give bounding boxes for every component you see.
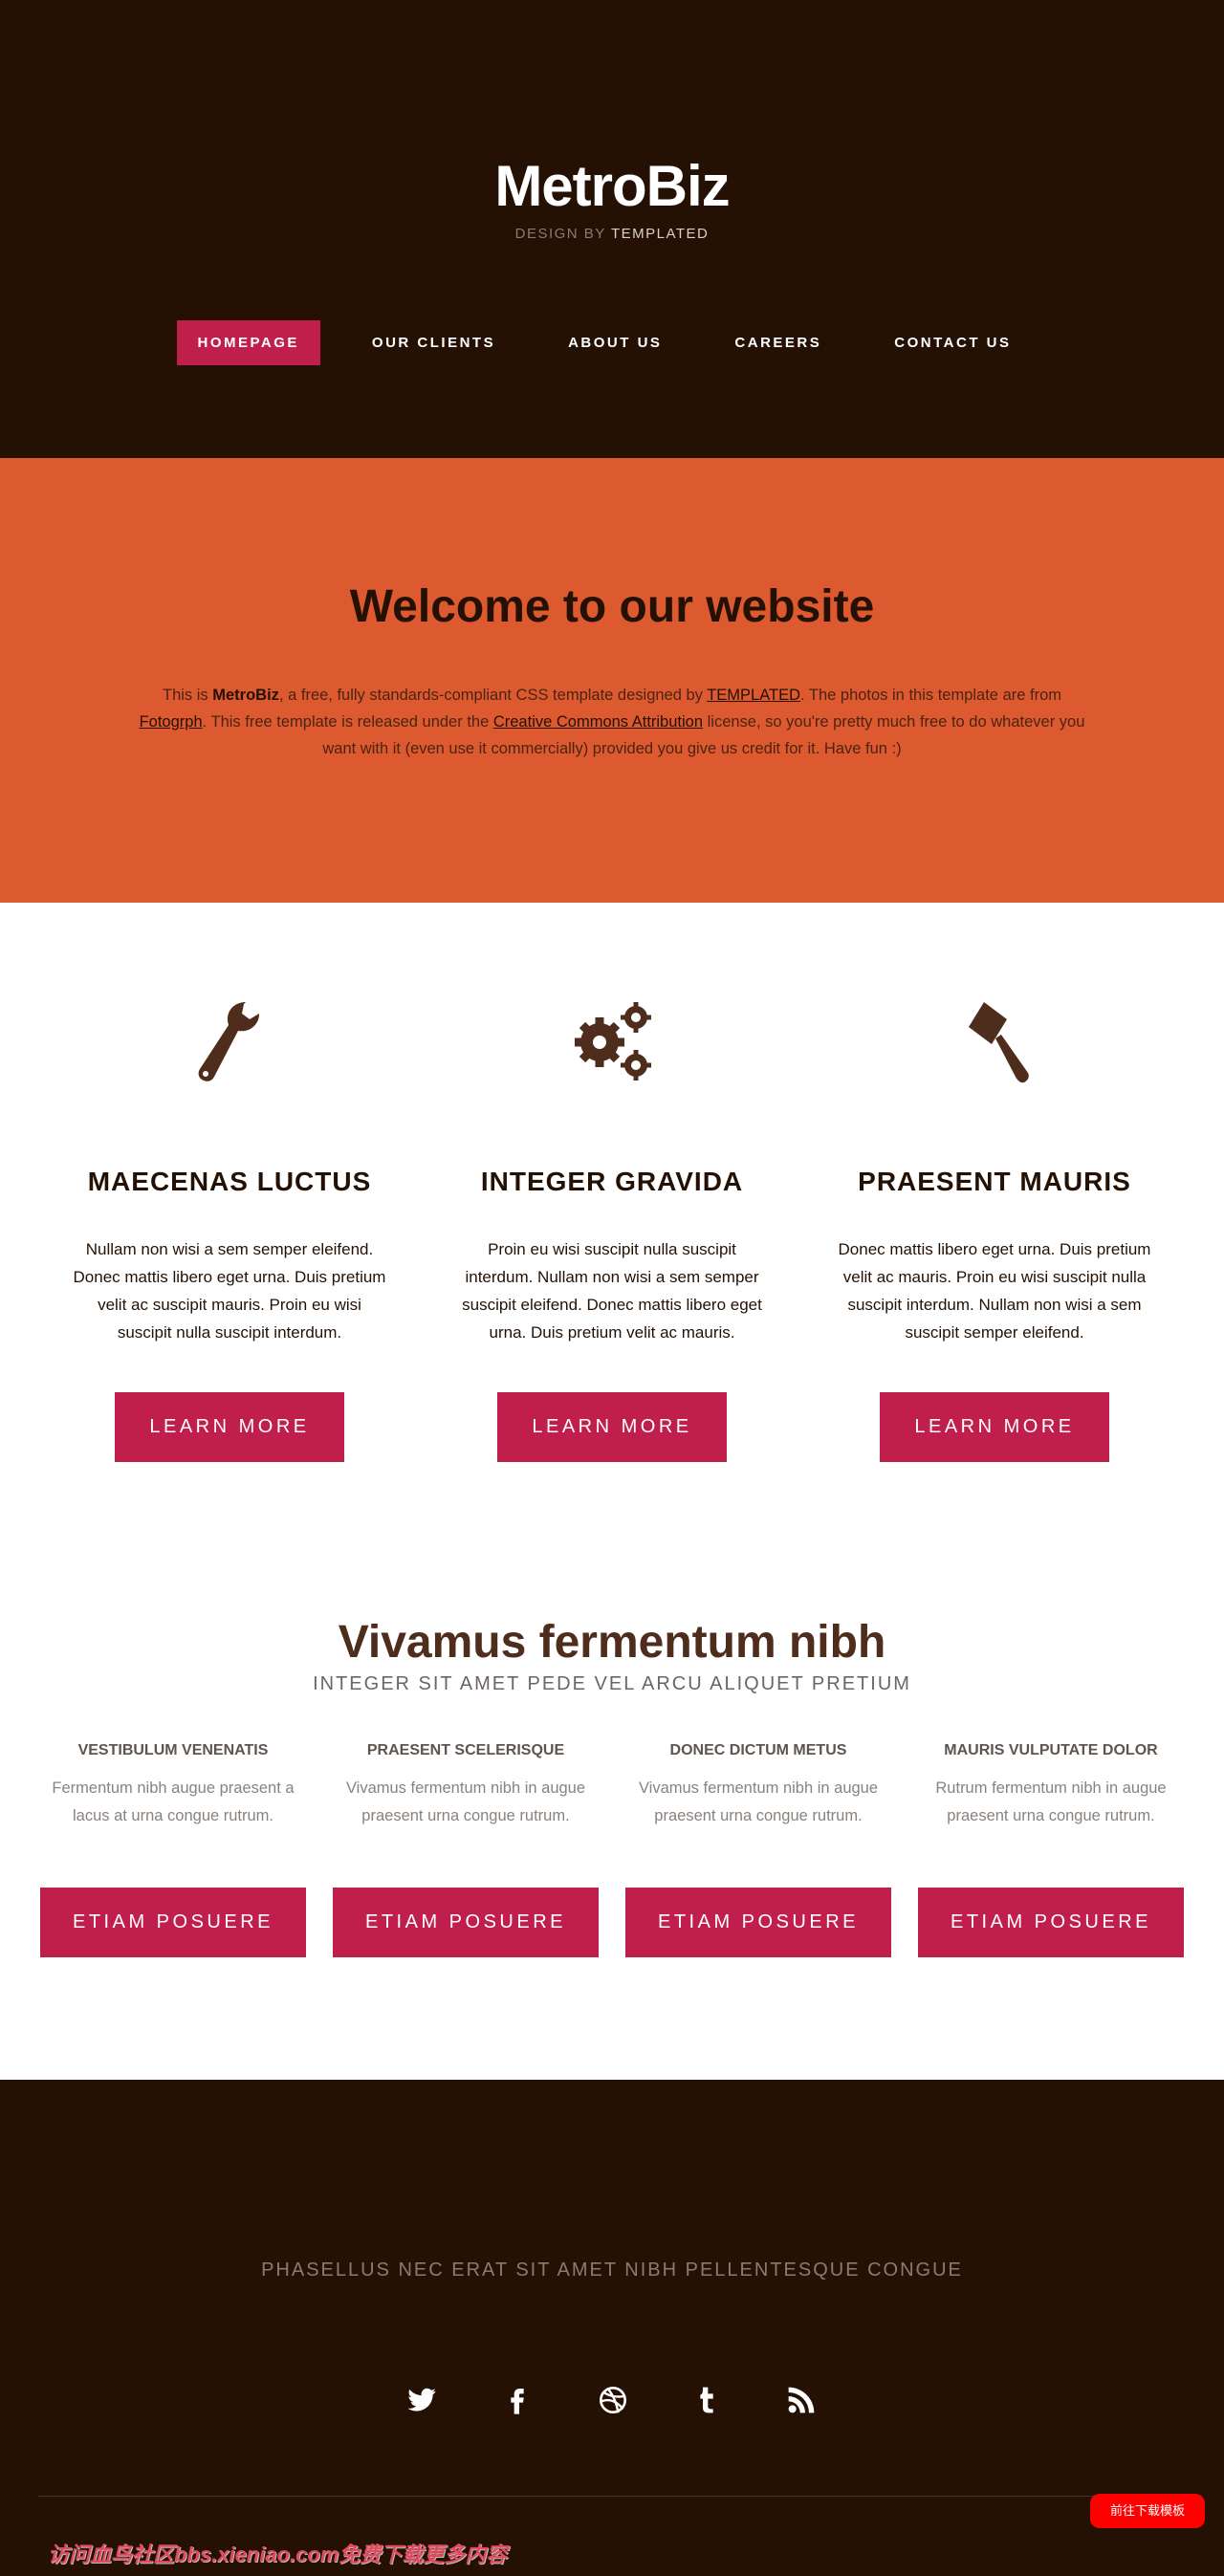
welcome-title: Welcome to our website xyxy=(349,581,875,632)
text: This is xyxy=(163,687,213,704)
feature-text: Proin eu wisi suscipit nulla suscipit in… xyxy=(462,1240,762,1342)
feature-card: MAECENAS LUCTUS Nullam non wisi a sem se… xyxy=(38,994,421,1462)
feature-title: PRAESENT MAURIS xyxy=(858,1167,1131,1196)
learn-more-button[interactable]: LEARN MORE xyxy=(880,1392,1109,1462)
dribbble-icon[interactable] xyxy=(594,2381,632,2419)
feature-text: Donec mattis libero eget urna. Duis pret… xyxy=(838,1240,1151,1342)
column-text: Fermentum nibh augue praesent a lacus at… xyxy=(52,1779,295,1824)
header: MetroBiz DESIGN BY TEMPLATED HOMEPAGE OU… xyxy=(0,0,1224,458)
learn-more-button[interactable]: LEARN MORE xyxy=(115,1392,344,1462)
feature-title: MAECENAS LUCTUS xyxy=(87,1167,372,1196)
column-text: Rutrum fermentum nibh in augue praesent … xyxy=(935,1779,1167,1824)
etiam-posuere-button[interactable]: ETIAM POSUERE xyxy=(625,1888,891,1957)
gavel-icon xyxy=(969,1002,1029,1083)
feature-text: Nullam non wisi a sem semper eleifend. D… xyxy=(73,1240,386,1342)
wrench-icon xyxy=(198,1002,259,1081)
nav-contact-us[interactable]: CONTACT US xyxy=(873,320,1032,365)
text: . This free template is released under t… xyxy=(202,713,493,731)
column-text: Vivamus fermentum nibh in augue praesent… xyxy=(638,1779,879,1824)
tagline: DESIGN BY TEMPLATED xyxy=(0,226,1224,242)
tagline-brand[interactable]: TEMPLATED xyxy=(611,226,709,242)
creative-commons-link[interactable]: Creative Commons Attribution xyxy=(493,713,703,731)
info-column: MAURIS VULPUTATE DOLOR Rutrum fermentum n… xyxy=(918,1742,1184,1957)
text: . The photos in this template are from xyxy=(800,687,1061,704)
column-title: DONEC DICTUM METUS xyxy=(669,1742,847,1758)
column-title: MAURIS VULPUTATE DOLOR xyxy=(944,1742,1158,1758)
text: , a free, fully standards-compliant CSS … xyxy=(278,687,708,704)
feature-card: PRAESENT MAURIS Donec mattis libero eget… xyxy=(803,994,1186,1462)
facebook-icon[interactable] xyxy=(498,2381,536,2419)
info-column: DONEC DICTUM METUS Vivamus fermentum nibh… xyxy=(625,1742,891,1957)
section-subtitle: INTEGER SIT AMET PEDE VEL ARCU ALIQUET P… xyxy=(313,1673,911,1694)
etiam-posuere-button[interactable]: ETIAM POSUERE xyxy=(40,1888,306,1957)
info-column: PRAESENT SCELERISQUE Vivamus fermentum ni… xyxy=(333,1742,599,1957)
main-nav: HOMEPAGE OUR CLIENTS ABOUT US CAREERS CO… xyxy=(0,320,1224,365)
feature-title: INTEGER GRAVIDA xyxy=(480,1167,744,1196)
learn-more-button[interactable]: LEARN MORE xyxy=(497,1392,727,1462)
footer-text: PHASELLUS NEC ERAT SIT AMET NIBH PELLENT… xyxy=(261,2259,963,2281)
gears-icon xyxy=(575,1002,651,1081)
footer: PHASELLUS NEC ERAT SIT AMET NIBH PELLENT… xyxy=(0,2080,1224,2576)
nav-about-us[interactable]: ABOUT US xyxy=(547,320,683,365)
etiam-posuere-button[interactable]: ETIAM POSUERE xyxy=(918,1888,1184,1957)
brand-name: MetroBiz xyxy=(212,687,279,704)
section-title: Vivamus fermentum nibh xyxy=(338,1617,886,1668)
info-column: VESTIBULUM VENENATIS Fermentum nibh augue… xyxy=(40,1742,306,1957)
column-title: VESTIBULUM VENENATIS xyxy=(77,1742,269,1758)
templated-link[interactable]: TEMPLATED xyxy=(707,687,800,704)
watermark-text: 访问血鸟社区bbs.xieniao.com免费下载更多内容 xyxy=(48,2543,508,2566)
footer-divider xyxy=(38,2496,1186,2497)
column-text: Vivamus fermentum nibh in augue praesent… xyxy=(345,1779,586,1824)
twitter-icon[interactable] xyxy=(403,2381,441,2419)
rss-icon[interactable] xyxy=(782,2381,820,2419)
tumblr-icon[interactable] xyxy=(688,2381,726,2419)
nav-homepage[interactable]: HOMEPAGE xyxy=(176,320,320,365)
welcome-section: Welcome to our website This is MetroBiz,… xyxy=(0,458,1224,903)
tagline-prefix: DESIGN BY xyxy=(514,226,606,242)
nav-careers[interactable]: CAREERS xyxy=(713,320,842,365)
feature-card: INTEGER GRAVIDA Proin eu wisi suscipit n… xyxy=(421,994,803,1462)
welcome-text: This is MetroBiz, a free, fully standard… xyxy=(134,682,1090,762)
site-logo[interactable]: MetroBiz xyxy=(0,153,1224,219)
etiam-posuere-button[interactable]: ETIAM POSUERE xyxy=(333,1888,599,1957)
column-title: PRAESENT SCELERISQUE xyxy=(366,1742,565,1758)
download-template-button[interactable]: 前往下载模板 xyxy=(1090,2494,1205,2528)
fotogrph-link[interactable]: Fotogrph xyxy=(140,713,203,731)
nav-our-clients[interactable]: OUR CLIENTS xyxy=(351,320,516,365)
